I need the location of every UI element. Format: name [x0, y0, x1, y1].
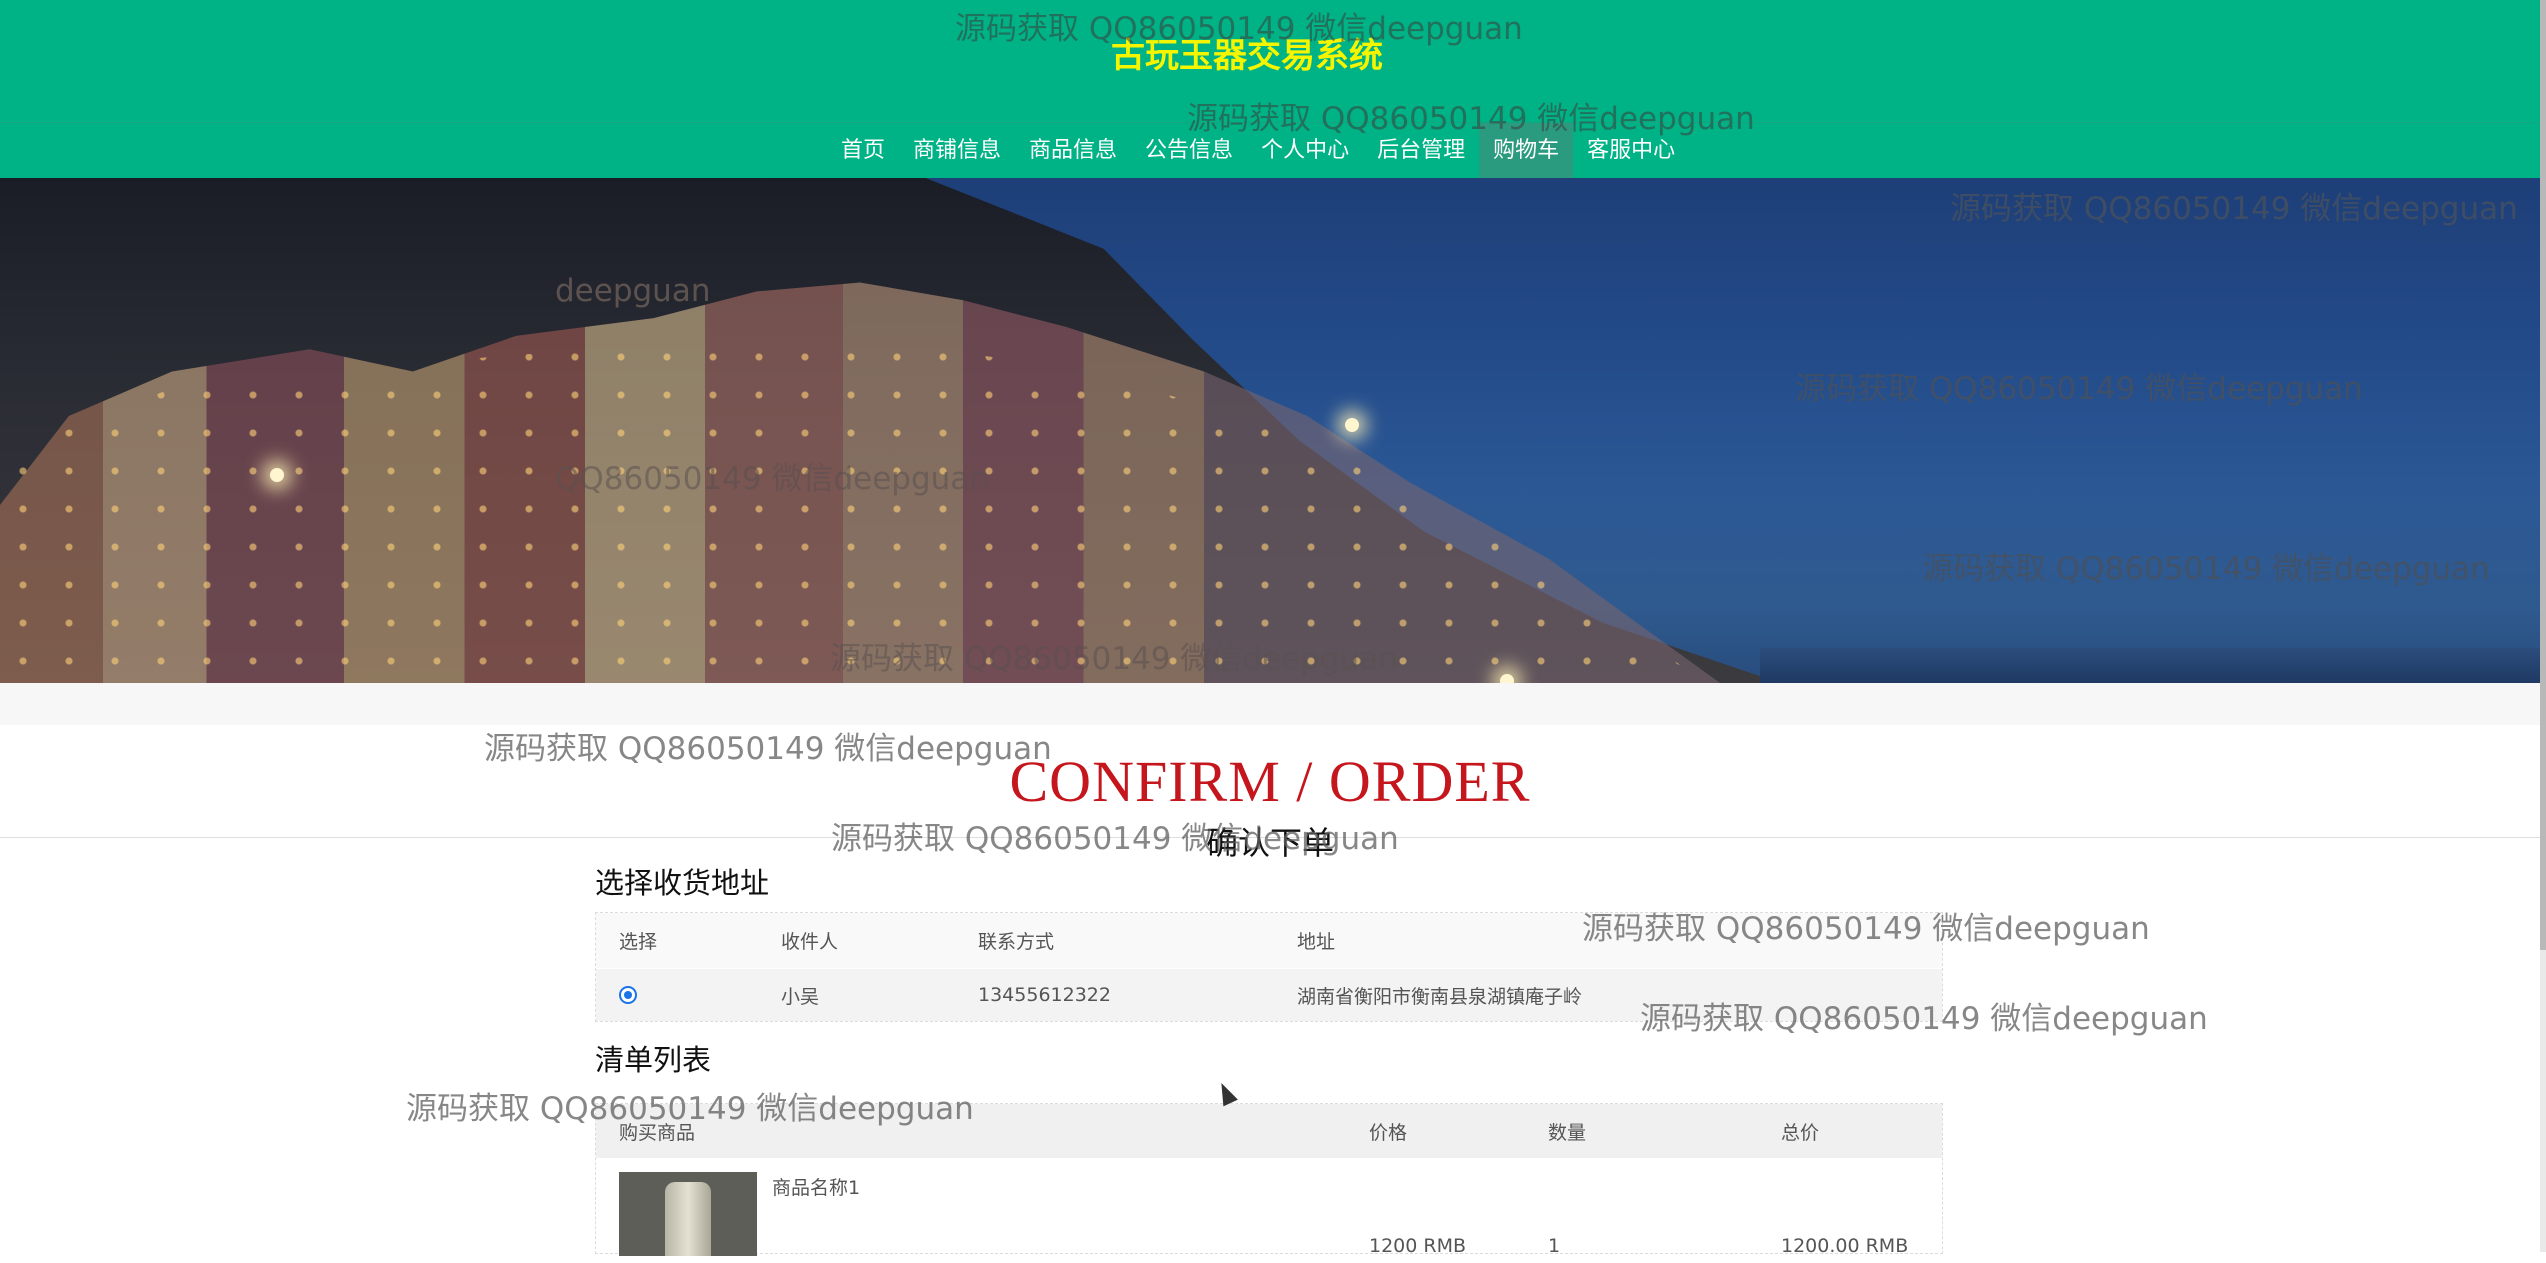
column-header: 数量 — [1548, 1121, 1587, 1144]
column-header: 总价 — [1781, 1121, 1820, 1144]
banner-light — [270, 468, 284, 482]
product-price: 1200 RMB — [1369, 1235, 1467, 1257]
vase-image — [665, 1182, 711, 1256]
address-section-title: 选择收货地址 — [595, 866, 770, 900]
column-header: 联系方式 — [978, 931, 1055, 953]
nav-item-profile[interactable]: 个人中心 — [1247, 123, 1363, 179]
site-title: 古玩玉器交易系统 — [1111, 36, 1383, 76]
nav-item-service[interactable]: 客服中心 — [1573, 123, 1689, 179]
order-list-header: 购买商品 价格 数量 总价 — [596, 1104, 1942, 1158]
address-table: 选择 收件人 联系方式 地址 小吴 13455612322 湖南省衡阳市衡南县泉… — [595, 912, 1943, 1022]
banner-light — [1345, 418, 1359, 432]
product-total: 1200.00 RMB — [1781, 1235, 1909, 1257]
page-title: CONFIRM / ORDER — [1009, 749, 1531, 814]
product-thumbnail[interactable] — [619, 1172, 757, 1256]
column-header: 选择 — [619, 931, 658, 953]
banner-sea — [1760, 648, 2540, 683]
nav-item-admin[interactable]: 后台管理 — [1363, 123, 1479, 179]
main-nav: 首页 商铺信息 商品信息 公告信息 个人中心 后台管理 购物车 客服中心 — [0, 122, 2546, 181]
scrollbar-thumb[interactable] — [2540, 0, 2546, 950]
product-name[interactable]: 商品名称1 — [772, 1169, 860, 1203]
nav-item-shops[interactable]: 商铺信息 — [899, 123, 1015, 179]
address-cell: 湖南省衡阳市衡南县泉湖镇庵子岭 — [1297, 985, 1583, 1008]
phone-cell: 13455612322 — [978, 984, 1111, 1006]
nav-item-home[interactable]: 首页 — [827, 123, 899, 179]
address-radio[interactable] — [619, 986, 637, 1004]
address-radio-cell — [619, 969, 637, 1021]
column-header: 收件人 — [781, 931, 839, 953]
banner-bottom-strip — [0, 683, 2540, 725]
banner-light — [1500, 674, 1514, 683]
banner-image — [0, 178, 2540, 683]
page-subtitle: 确认下单 — [1205, 824, 1334, 862]
column-header: 购买商品 — [619, 1121, 696, 1144]
column-header: 地址 — [1297, 931, 1336, 953]
product-quantity: 1 — [1548, 1235, 1561, 1257]
nav-item-notices[interactable]: 公告信息 — [1131, 123, 1247, 179]
nav-item-products[interactable]: 商品信息 — [1015, 123, 1131, 179]
receiver-cell: 小吴 — [781, 985, 820, 1008]
table-row: 商品名称1 1200 RMB 1 1200.00 RMB — [596, 1159, 1942, 1257]
address-table-header: 选择 收件人 联系方式 地址 — [596, 913, 1942, 968]
column-header: 价格 — [1369, 1121, 1408, 1144]
nav-item-cart[interactable]: 购物车 — [1479, 123, 1574, 179]
nav-items: 首页 商铺信息 商品信息 公告信息 个人中心 后台管理 购物车 客服中心 — [827, 123, 1689, 179]
order-list-title: 清单列表 — [595, 1043, 712, 1077]
order-list-table: 购买商品 价格 数量 总价 商品名称1 1200 RMB 1 1200.00 R… — [595, 1103, 1943, 1257]
table-row[interactable]: 小吴 13455612322 湖南省衡阳市衡南县泉湖镇庵子岭 — [596, 969, 1942, 1021]
site-header: 古玩玉器交易系统 — [0, 0, 2546, 122]
